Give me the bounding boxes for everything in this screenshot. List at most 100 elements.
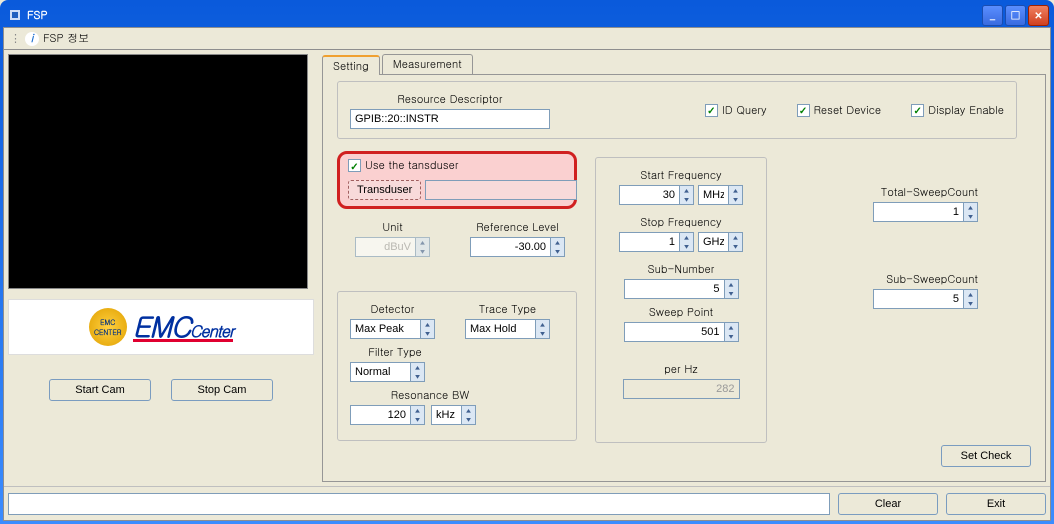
spin-down-icon[interactable]: ▼	[680, 195, 693, 204]
stop-freq-unit[interactable]: ▲▼	[698, 232, 743, 252]
status-input[interactable]	[8, 493, 830, 515]
menu-info[interactable]: FSP 정보	[43, 31, 89, 46]
filter-spinner[interactable]: ▲▼	[350, 362, 440, 382]
spin-down-icon[interactable]: ▼	[725, 289, 738, 298]
tab-setting[interactable]: Setting	[322, 55, 380, 75]
maximize-button[interactable]: □	[1005, 5, 1026, 26]
titlebar[interactable]: FSP _ □ ✕	[3, 3, 1051, 27]
sub-number-spinner[interactable]: ▲▼	[624, 279, 739, 299]
rbw-label: Resonance BW	[350, 388, 510, 403]
info-icon[interactable]: i	[25, 32, 39, 46]
spin-up-icon[interactable]: ▲	[729, 233, 742, 242]
sweep-point-spinner[interactable]: ▲▼	[624, 322, 739, 342]
start-freq-unit[interactable]: ▲▼	[698, 185, 743, 205]
spin-down-icon[interactable]: ▼	[964, 299, 977, 308]
unit-label: Unit	[355, 220, 430, 235]
spin-up-icon[interactable]: ▲	[964, 290, 977, 299]
start-freq-label: Start Frequency	[640, 168, 721, 183]
spin-up-icon[interactable]: ▲	[462, 406, 475, 415]
spin-up-icon[interactable]: ▲	[416, 238, 429, 247]
filter-label: Filter Type	[350, 345, 440, 360]
transducer-button[interactable]: Transduser	[348, 180, 421, 200]
spin-up-icon[interactable]: ▲	[411, 406, 424, 415]
display-enable-checkbox[interactable]: ✓ Display Enable	[911, 103, 1004, 118]
unit-spinner[interactable]: ▲▼	[355, 237, 430, 257]
trace-spinner[interactable]: ▲▼	[465, 319, 550, 339]
spin-up-icon[interactable]: ▲	[725, 280, 738, 289]
close-button[interactable]: ✕	[1028, 5, 1049, 26]
logo-badge-icon: EMC CENTER	[89, 308, 127, 346]
reset-device-checkbox[interactable]: ✓ Reset Device	[797, 103, 882, 118]
spin-down-icon[interactable]: ▼	[411, 372, 424, 381]
detector-label: Detector	[350, 302, 435, 317]
tab-strip: Setting Measurement	[322, 54, 1046, 74]
spin-up-icon[interactable]: ▲	[551, 238, 564, 247]
logo-box: EMC CENTER EMCCenter	[8, 299, 314, 355]
spin-down-icon[interactable]: ▼	[680, 242, 693, 251]
rbw-spinner[interactable]: ▲▼	[350, 405, 425, 425]
resource-groupbox: Resource Descriptor ✓ ID Query ✓ Reset D…	[337, 81, 1017, 139]
grip-icon: ⋮	[10, 31, 21, 46]
transducer-groupbox: ✓ Use the tansduser Transduser	[337, 151, 577, 209]
stop-freq-label: Stop Frequency	[640, 215, 721, 230]
frequency-groupbox: Start Frequency ▲▼ ▲▼	[595, 157, 767, 443]
per-hz-label: per Hz	[664, 362, 698, 377]
reference-label: Reference Level	[470, 220, 565, 235]
bottom-bar: Clear Exit	[4, 486, 1050, 520]
left-panel: EMC CENTER EMCCenter Start Cam Stop Cam	[8, 54, 314, 482]
spin-up-icon[interactable]: ▲	[421, 320, 434, 329]
spin-down-icon[interactable]: ▼	[462, 415, 475, 424]
set-check-button[interactable]: Set Check	[941, 445, 1031, 467]
spin-up-icon[interactable]: ▲	[411, 363, 424, 372]
spin-down-icon[interactable]: ▼	[421, 329, 434, 338]
start-freq-spinner[interactable]: ▲▼	[619, 185, 694, 205]
logo-text: EMCCenter	[133, 312, 234, 342]
reference-spinner[interactable]: ▲▼	[470, 237, 565, 257]
spin-down-icon[interactable]: ▼	[964, 212, 977, 221]
total-sweep-label: Total-SweepCount	[881, 185, 978, 200]
use-transducer-checkbox[interactable]: ✓ Use the tansduser	[348, 158, 459, 173]
toolbar: ⋮ i FSP 정보	[3, 27, 1051, 49]
spin-up-icon[interactable]: ▲	[725, 323, 738, 332]
tab-panel-setting: Resource Descriptor ✓ ID Query ✓ Reset D…	[322, 74, 1046, 482]
detector-spinner[interactable]: ▲▼	[350, 319, 435, 339]
start-cam-button[interactable]: Start Cam	[49, 379, 151, 401]
spin-up-icon[interactable]: ▲	[536, 320, 549, 329]
resource-label: Resource Descriptor	[350, 92, 550, 107]
per-hz-input	[623, 379, 740, 399]
spin-down-icon[interactable]: ▼	[725, 332, 738, 341]
window-title: FSP	[27, 8, 48, 23]
check-icon: ✓	[797, 104, 810, 117]
spin-down-icon[interactable]: ▼	[551, 247, 564, 256]
right-panel: Setting Measurement Resource Descriptor …	[322, 54, 1046, 482]
spin-down-icon[interactable]: ▼	[729, 242, 742, 251]
trace-label: Trace Type	[465, 302, 550, 317]
spin-up-icon[interactable]: ▲	[964, 203, 977, 212]
spin-down-icon[interactable]: ▼	[411, 415, 424, 424]
stop-freq-spinner[interactable]: ▲▼	[619, 232, 694, 252]
rbw-unit-spinner[interactable]: ▲▼	[431, 405, 476, 425]
spin-up-icon[interactable]: ▲	[729, 186, 742, 195]
exit-button[interactable]: Exit	[946, 493, 1046, 515]
spin-down-icon[interactable]: ▼	[729, 195, 742, 204]
total-sweep-spinner[interactable]: ▲▼	[873, 202, 978, 222]
spin-up-icon[interactable]: ▲	[680, 186, 693, 195]
sub-sweep-label: Sub-SweepCount	[886, 272, 978, 287]
id-query-checkbox[interactable]: ✓ ID Query	[705, 103, 767, 118]
check-icon: ✓	[911, 104, 924, 117]
tab-measurement[interactable]: Measurement	[382, 54, 473, 74]
app-window: FSP _ □ ✕ ⋮ i FSP 정보 EMC CENTER EMCCente…	[0, 0, 1054, 524]
spin-down-icon[interactable]: ▼	[416, 247, 429, 256]
app-icon	[7, 7, 23, 23]
detector-groupbox: Detector ▲▼ Trace Type ▲▼	[337, 291, 577, 441]
spin-up-icon[interactable]: ▲	[680, 233, 693, 242]
stop-cam-button[interactable]: Stop Cam	[171, 379, 273, 401]
minimize-button[interactable]: _	[982, 5, 1003, 26]
check-icon: ✓	[348, 159, 361, 172]
main-area: EMC CENTER EMCCenter Start Cam Stop Cam …	[3, 49, 1051, 521]
clear-button[interactable]: Clear	[838, 493, 938, 515]
transducer-value-input[interactable]	[425, 180, 577, 200]
resource-input[interactable]	[350, 109, 550, 129]
spin-down-icon[interactable]: ▼	[536, 329, 549, 338]
sub-sweep-spinner[interactable]: ▲▼	[873, 289, 978, 309]
